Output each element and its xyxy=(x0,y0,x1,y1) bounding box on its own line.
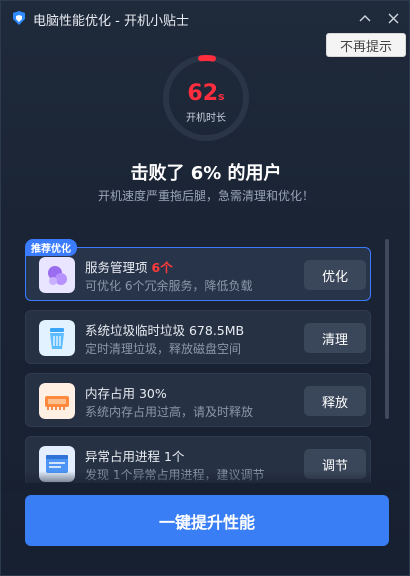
list-item-service: 服务管理项 6个 可优化 6个冗余服务，降低负载 优化 xyxy=(25,247,371,301)
window-title: 电脑性能优化 - 开机小贴士 xyxy=(33,14,189,29)
service-icon xyxy=(39,257,75,293)
boot-time-unit: s xyxy=(218,90,225,103)
item-desc: 可优化 6个冗余服务，降低负载 xyxy=(85,279,253,293)
warning-subline: 开机速度严重拖后腿，急需清理和优化！ xyxy=(97,189,314,203)
service-count-highlight: 6个 xyxy=(151,260,173,275)
item-desc: 系统内存占用过高，请及时释放 xyxy=(85,405,254,419)
item-desc: 定时清理垃圾，释放磁盘空间 xyxy=(85,342,242,356)
item-title: 系统垃圾临时垃圾 678.5MB xyxy=(85,323,245,338)
optimize-button[interactable]: 优化 xyxy=(304,260,366,290)
beat-percentage-headline: 击败了 6% 的用户 xyxy=(130,163,282,184)
title-bar: 电脑性能优化 - 开机小贴士 xyxy=(1,1,410,35)
collapse-button[interactable] xyxy=(355,8,375,28)
chevron-up-icon xyxy=(359,15,371,22)
item-title: 服务管理项 6个 xyxy=(85,260,173,275)
close-button[interactable] xyxy=(383,8,403,28)
memory-icon xyxy=(39,383,75,419)
boost-performance-button[interactable]: 一键提升性能 xyxy=(25,495,389,546)
app-window: 电脑性能优化 - 开机小贴士 不再提示 62s 开机时长 击败了 6% 的用户 … xyxy=(0,0,410,576)
app-logo-icon xyxy=(13,11,25,25)
boot-time-label: 开机时长 xyxy=(186,113,226,124)
dont-show-again-button[interactable]: 不再提示 xyxy=(326,33,406,57)
trash-icon xyxy=(39,320,75,356)
clean-button[interactable]: 清理 xyxy=(304,323,366,353)
close-icon xyxy=(388,13,398,23)
list-item-memory: 内存占用 30% 系统内存占用过高，请及时释放 释放 xyxy=(25,373,371,427)
list-fade xyxy=(1,471,401,491)
recommend-badge: 推荐优化 xyxy=(25,239,77,256)
list-item-junk: 系统垃圾临时垃圾 678.5MB 定时清理垃圾，释放磁盘空间 清理 xyxy=(25,310,371,364)
item-title: 内存占用 30% xyxy=(85,386,167,401)
item-title: 异常占用进程 1个 xyxy=(85,449,185,464)
optimization-list: 服务管理项 6个 可优化 6个冗余服务，降低负载 优化 系统垃圾临时垃圾 678… xyxy=(25,247,373,483)
boot-time-number: 62 xyxy=(187,81,219,106)
release-button[interactable]: 释放 xyxy=(304,386,366,416)
gauge-value: 62s xyxy=(161,81,251,106)
list-scrollbar[interactable] xyxy=(385,239,389,419)
